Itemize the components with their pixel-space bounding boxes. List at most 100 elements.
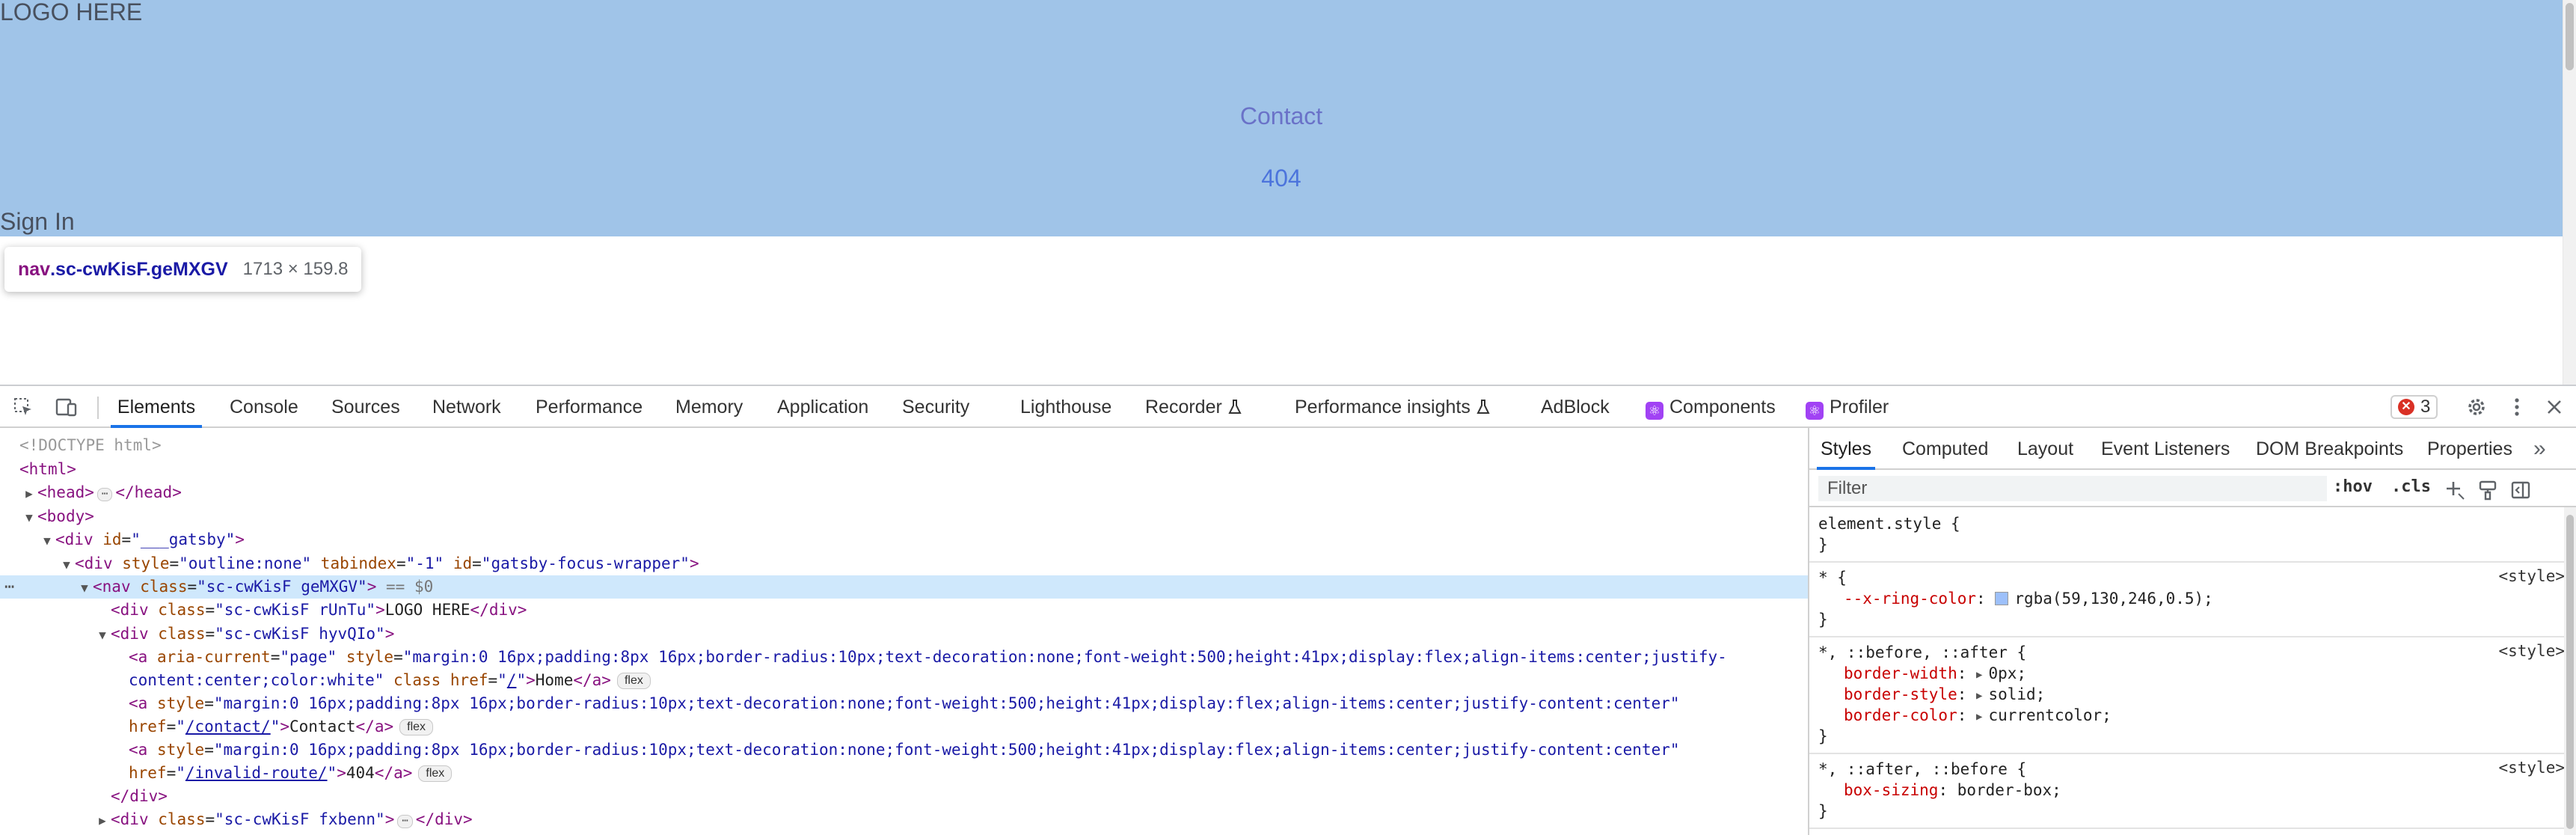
collapsed-ellipsis[interactable]: ⋯ <box>96 488 113 501</box>
property-name[interactable]: border-style <box>1844 685 1957 703</box>
property-value[interactable]: rgba(59,130,246,0.5); <box>2014 590 2213 608</box>
dom-node-invalid-link-cont[interactable]: href="/invalid-route/">404</a> flex <box>0 762 1808 785</box>
declaration[interactable]: border-style: ▶ solid; <box>1818 684 2565 705</box>
rule-source[interactable]: <style> <box>2498 759 2565 777</box>
tab-console[interactable]: Console <box>230 386 298 428</box>
inspect-element-icon[interactable] <box>10 395 36 419</box>
toggle-sidebar-icon[interactable] <box>2509 479 2532 501</box>
property-name[interactable]: --x-ring-color <box>1844 590 1976 608</box>
tab-network[interactable]: Network <box>432 386 501 428</box>
node-actions-icon[interactable]: ⋯ <box>4 575 14 599</box>
page-scrollbar[interactable] <box>2563 0 2576 385</box>
expand-triangle-icon[interactable]: ▶ <box>21 482 37 505</box>
dom-node-head[interactable]: ▶ <head> ⋯ </head> <box>0 481 1808 504</box>
href-link[interactable]: / <box>507 671 517 689</box>
paint-brush-icon[interactable] <box>2477 479 2499 501</box>
rule-selector[interactable]: element.style { <box>1818 513 2565 534</box>
property-name[interactable]: border-color <box>1844 706 1957 724</box>
styles-scrollbar-thumb[interactable] <box>2566 515 2574 829</box>
more-vert-icon[interactable] <box>2504 395 2530 419</box>
dom-node-fxbenn[interactable]: ▶ <div class="sc-cwKisF fxbenn"> ⋯ </div> <box>0 808 1808 831</box>
style-rule[interactable]: <style> *, ::before, ::after { border-wi… <box>1809 637 2565 754</box>
dom-node-logo[interactable]: <div class="sc-cwKisF rUnTu">LOGO HERE</… <box>0 599 1808 622</box>
dom-node-contact-link[interactable]: <a style="margin:0 16px;padding:8px 16px… <box>0 692 1808 715</box>
collapse-triangle-icon[interactable]: ▼ <box>58 553 75 576</box>
collapse-triangle-icon[interactable]: ▼ <box>21 506 37 529</box>
property-name[interactable]: border-width <box>1844 664 1957 682</box>
rule-selector[interactable]: *, ::before, ::after { <box>1818 642 2565 663</box>
tab-sources[interactable]: Sources <box>331 386 400 428</box>
href-link[interactable]: /contact/ <box>185 718 271 735</box>
dom-node-gatsby[interactable]: ▼ <div id="___gatsby"> <box>0 528 1808 551</box>
settings-gear-icon[interactable] <box>2464 395 2489 419</box>
href-link[interactable]: /invalid-route/ <box>185 764 328 782</box>
declaration[interactable]: box-sizing: border-box; <box>1818 780 2565 801</box>
color-swatch-icon[interactable] <box>1995 592 2009 605</box>
dom-node-body[interactable]: ▼ <body> <box>0 505 1808 528</box>
tab-memory[interactable]: Memory <box>675 386 743 428</box>
sign-in-link[interactable]: Sign In <box>0 208 75 236</box>
tab-application[interactable]: Application <box>777 386 868 428</box>
error-count-badge[interactable]: ✕ 3 <box>2391 395 2438 419</box>
declaration[interactable]: border-color: ▶ currentcolor; <box>1818 705 2565 726</box>
flex-badge[interactable]: flex <box>399 719 434 735</box>
tab-computed[interactable]: Computed <box>1902 428 1988 470</box>
new-rule-plus-icon[interactable] <box>2444 479 2466 501</box>
dom-node-home-link-cont[interactable]: content:center;color:white" class href="… <box>0 669 1808 692</box>
nav-link-contact[interactable]: Contact <box>1132 97 1431 135</box>
dom-node-close-div[interactable]: </div> <box>0 785 1808 808</box>
tab-performance-insights[interactable]: Performance insights <box>1295 386 1490 428</box>
tab-profiler[interactable]: ⚛ Profiler <box>1806 386 1889 428</box>
declaration[interactable]: --x-ring-color: rgba(59,130,246,0.5); <box>1818 588 2565 609</box>
dom-node-focus-wrapper[interactable]: ▼ <div style="outline:none" tabindex="-1"… <box>0 552 1808 575</box>
tab-lighthouse[interactable]: Lighthouse <box>1020 386 1111 428</box>
tab-security[interactable]: Security <box>902 386 969 428</box>
collapse-triangle-icon[interactable]: ▼ <box>39 529 55 552</box>
dom-node-contact-link-cont[interactable]: href="/contact/">Contact</a> flex <box>0 715 1808 738</box>
more-tabs-chevron-icon[interactable]: » <box>2533 428 2546 470</box>
property-value[interactable]: solid; <box>1988 685 2045 703</box>
flex-badge[interactable]: flex <box>418 765 453 782</box>
expand-triangle-icon[interactable]: ▶ <box>1976 685 1982 706</box>
property-value[interactable]: 0px; <box>1988 664 2026 682</box>
dom-node-nav-selected[interactable]: ⋯ ▼ <nav class="sc-cwKisF geMXGV"> == $0 <box>0 575 1808 599</box>
dom-node-doctype[interactable]: <!DOCTYPE html> <box>0 434 1808 457</box>
styles-filter-input[interactable] <box>1818 476 2327 501</box>
nav-link-404[interactable]: 404 <box>1132 159 1431 197</box>
styles-scrollbar[interactable] <box>2564 507 2576 835</box>
style-rule[interactable]: <style> * { --x-ring-color: rgba(59,130,… <box>1809 563 2565 637</box>
collapsed-ellipsis[interactable]: ⋯ <box>397 815 413 828</box>
dom-node-home-link[interactable]: <a aria-current="page" style="margin:0 1… <box>0 646 1808 669</box>
dom-node-links-wrapper[interactable]: ▼ <div class="sc-cwKisF hyvQIo"> <box>0 623 1808 646</box>
property-value[interactable]: currentcolor; <box>1988 706 2111 724</box>
tab-event-listeners[interactable]: Event Listeners <box>2101 428 2230 470</box>
close-icon[interactable] <box>2542 395 2567 419</box>
expand-triangle-icon[interactable]: ▶ <box>1976 706 1982 727</box>
expand-triangle-icon[interactable]: ▶ <box>94 809 111 832</box>
tab-styles[interactable]: Styles <box>1817 428 1875 470</box>
property-name[interactable]: box-sizing <box>1844 781 1938 799</box>
property-value[interactable]: border-box; <box>1957 781 2061 799</box>
tab-performance[interactable]: Performance <box>536 386 643 428</box>
dom-node-html[interactable]: <html> <box>0 458 1808 481</box>
rule-source[interactable]: <style> <box>2498 567 2565 585</box>
tab-layout[interactable]: Layout <box>2017 428 2073 470</box>
dom-node-invalid-link[interactable]: <a style="margin:0 16px;padding:8px 16px… <box>0 738 1808 762</box>
device-toolbar-icon[interactable] <box>54 395 79 419</box>
tab-components[interactable]: ⚛ Components <box>1646 386 1776 428</box>
rule-selector[interactable]: * { <box>1818 567 2565 588</box>
flex-badge[interactable]: flex <box>616 673 651 689</box>
tab-dom-breakpoints[interactable]: DOM Breakpoints <box>2256 428 2403 470</box>
class-toggle-button[interactable]: .cls <box>2391 477 2431 496</box>
tab-elements[interactable]: Elements <box>111 386 202 428</box>
collapse-triangle-icon[interactable]: ▼ <box>76 576 93 599</box>
expand-triangle-icon[interactable]: ▶ <box>1976 664 1982 685</box>
collapse-triangle-icon[interactable]: ▼ <box>94 623 111 646</box>
tab-adblock[interactable]: AdBlock <box>1541 386 1610 428</box>
rule-selector[interactable]: *, ::after, ::before { <box>1818 759 2565 780</box>
tab-recorder[interactable]: Recorder <box>1145 386 1242 428</box>
tab-properties[interactable]: Properties <box>2427 428 2512 470</box>
hover-state-button[interactable]: :hov <box>2333 477 2373 496</box>
rule-source[interactable]: <style> <box>2498 642 2565 660</box>
style-rule[interactable]: element.style { } <box>1809 509 2565 563</box>
